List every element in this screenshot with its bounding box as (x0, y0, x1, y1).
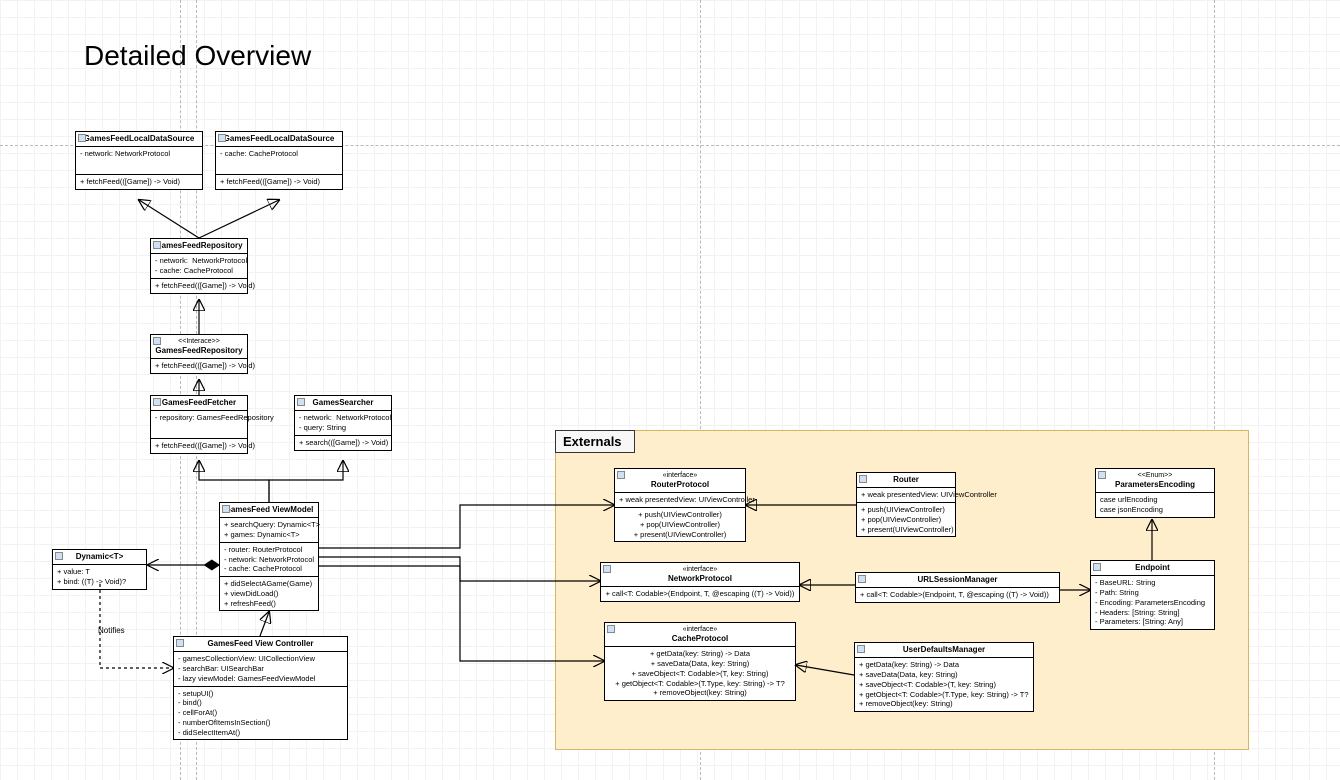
enum-parameters-encoding[interactable]: <<Enum>>ParametersEncoding case urlEncod… (1095, 468, 1215, 518)
class-ops: + call<T: Codable>(Endpoint, T, @escapin… (601, 587, 799, 601)
class-title: GamesFeedLocalDataSource (216, 132, 342, 147)
externals-label: Externals (555, 430, 635, 453)
class-title: GamesSearcher (295, 396, 391, 411)
class-title: GamesFeedRepository (151, 239, 247, 254)
page-title: Detailed Overview (84, 40, 311, 72)
interface-router[interactable]: «interface»RouterProtocol + weak present… (614, 468, 746, 542)
class-icon (1098, 471, 1106, 479)
class-attrs: + weak presentedView: UIViewController (615, 493, 745, 508)
class-title: CacheProtocol (672, 634, 728, 643)
class-userdefaults[interactable]: UserDefaultsManager + getData(key: Strin… (854, 642, 1034, 712)
class-stereo: <<Enum>> (1099, 471, 1211, 480)
class-fetcher[interactable]: GamesFeedFetcher - repository: GamesFeed… (150, 395, 248, 454)
class-title: NetworkProtocol (668, 574, 732, 583)
class-title: GamesFeedFetcher (151, 396, 247, 411)
class-ops: + getData(key: String) -> Data + saveDat… (605, 647, 795, 700)
class-icon (222, 505, 230, 513)
class-attrs: - network: NetworkProtocol - cache: Cach… (151, 254, 247, 279)
class-attrs2: - router: RouterProtocol - network: Netw… (220, 543, 318, 577)
class-icon (857, 645, 865, 653)
class-title: ParametersEncoding (1115, 480, 1195, 489)
class-router[interactable]: Router + weak presentedView: UIViewContr… (856, 472, 956, 537)
class-ops: + didSelectAGame(Game) + viewDidLoad() +… (220, 577, 318, 610)
interface-repository[interactable]: <<Interace>>GamesFeedRepository + fetchF… (150, 334, 248, 374)
class-title: GamesFeedLocalDataSource (76, 132, 202, 147)
class-ops: + fetchFeed(([Game]) -> Void) (76, 175, 202, 189)
class-icon (859, 475, 867, 483)
class-title: GamesFeedRepository (155, 346, 242, 355)
class-searcher[interactable]: GamesSearcher - network: NetworkProtocol… (294, 395, 392, 451)
class-ops: + push(UIViewController) + pop(UIViewCon… (615, 508, 745, 541)
class-datasource-network[interactable]: GamesFeedLocalDataSource - network: Netw… (75, 131, 203, 190)
interface-cache[interactable]: «interface»CacheProtocol + getData(key: … (604, 622, 796, 701)
class-ops: + getData(key: String) -> Data + saveDat… (855, 658, 1033, 711)
class-repository[interactable]: GamesFeedRepository - network: NetworkPr… (150, 238, 248, 294)
class-attrs: + searchQuery: Dynamic<T> + games: Dynam… (220, 518, 318, 543)
class-stereo: «interface» (604, 565, 796, 574)
class-attrs: + value: T + bind: ((T) -> Void)? (53, 565, 146, 589)
class-attrs: - BaseURL: String - Path: String - Encod… (1091, 576, 1214, 629)
class-attrs: - cache: CacheProtocol (216, 147, 342, 175)
class-stereo: «interface» (608, 625, 792, 634)
class-endpoint[interactable]: Endpoint - BaseURL: String - Path: Strin… (1090, 560, 1215, 630)
class-ops: + push(UIViewController) + pop(UIViewCon… (857, 503, 955, 536)
class-icon (297, 398, 305, 406)
class-icon (218, 134, 226, 142)
class-title: UserDefaultsManager (855, 643, 1033, 658)
class-viewcontroller[interactable]: GamesFeed View Controller - gamesCollect… (173, 636, 348, 740)
class-ops: + fetchFeed(([Game]) -> Void) (151, 439, 247, 453)
class-datasource-cache[interactable]: GamesFeedLocalDataSource - cache: CacheP… (215, 131, 343, 190)
class-icon (617, 471, 625, 479)
class-ops: - setupUI() - bind() - cellForAt() - num… (174, 687, 347, 740)
class-ops: + fetchFeed(([Game]) -> Void) (151, 359, 247, 373)
class-attrs: - repository: GamesFeedRepository (151, 411, 247, 439)
notifies-label: Notifies (98, 626, 125, 635)
class-ops: case urlEncoding case jsonEncoding (1096, 493, 1214, 517)
class-title: RouterProtocol (651, 480, 709, 489)
class-dynamic[interactable]: Dynamic<T> + value: T + bind: ((T) -> Vo… (52, 549, 147, 590)
interface-network[interactable]: «interface»NetworkProtocol + call<T: Cod… (600, 562, 800, 602)
class-title: Dynamic<T> (53, 550, 146, 565)
class-viewmodel[interactable]: GamesFeed ViewModel + searchQuery: Dynam… (219, 502, 319, 611)
class-icon (603, 565, 611, 573)
class-attrs: - network: NetworkProtocol - query: Stri… (295, 411, 391, 436)
class-ops: + search(([Game]) -> Void) (295, 436, 391, 450)
class-attrs: - gamesCollectionView: UICollectionView … (174, 652, 347, 686)
class-attrs: + weak presentedView: UIViewController (857, 488, 955, 503)
class-icon (1093, 563, 1101, 571)
class-icon (55, 552, 63, 560)
class-icon (153, 398, 161, 406)
diagram-canvas[interactable]: Detailed Overview Externals GamesFeedLoc… (0, 0, 1340, 780)
class-stereo: <<Interace>> (154, 337, 244, 346)
class-title: URLSessionManager (856, 573, 1059, 588)
class-title: Endpoint (1091, 561, 1214, 576)
class-icon (78, 134, 86, 142)
class-icon (858, 575, 866, 583)
class-stereo: «interface» (618, 471, 742, 480)
class-title: GamesFeed View Controller (174, 637, 347, 652)
class-icon (153, 241, 161, 249)
class-icon (607, 625, 615, 633)
class-icon (153, 337, 161, 345)
class-ops: + fetchFeed(([Game]) -> Void) (216, 175, 342, 189)
class-title: Router (857, 473, 955, 488)
class-title: GamesFeed ViewModel (220, 503, 318, 518)
class-attrs: - network: NetworkProtocol (76, 147, 202, 175)
class-ops: + fetchFeed(([Game]) -> Void) (151, 279, 247, 293)
class-urlsession[interactable]: URLSessionManager + call<T: Codable>(End… (855, 572, 1060, 603)
class-icon (176, 639, 184, 647)
class-ops: + call<T: Codable>(Endpoint, T, @escapin… (856, 588, 1059, 602)
